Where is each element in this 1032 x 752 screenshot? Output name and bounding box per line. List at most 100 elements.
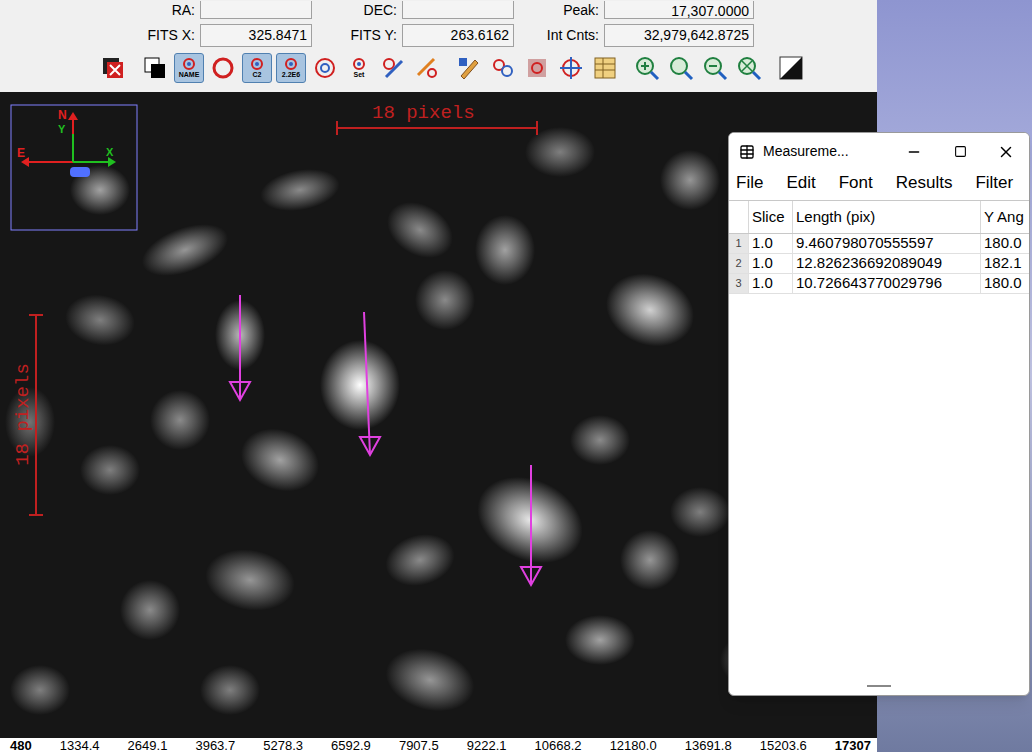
clear-icon xyxy=(100,55,126,81)
bw-icon xyxy=(142,55,168,81)
table-cell: 2 xyxy=(729,254,749,274)
table-cell: 1.0 xyxy=(749,274,793,294)
toolbar-button[interactable] xyxy=(140,53,170,83)
info-field: 263.6162 xyxy=(402,24,514,47)
window-title: Measureme... xyxy=(763,141,849,162)
colorbar-tick: 3963.7 xyxy=(195,739,235,752)
toolbar-button[interactable] xyxy=(454,53,484,83)
toolbar-button[interactable] xyxy=(412,53,442,83)
column-header[interactable] xyxy=(729,201,749,233)
menu-item[interactable]: Font xyxy=(836,170,876,196)
table-cell: 1.0 xyxy=(749,234,793,254)
desktop: RA:DEC:Peak:17,307.0000FITS X:325.8471FI… xyxy=(0,0,1032,752)
table-cell: 1 xyxy=(729,234,749,254)
title-bar[interactable]: Measureme... xyxy=(729,133,1029,170)
toolbar-button[interactable] xyxy=(310,53,340,83)
compass-east: E xyxy=(17,147,25,159)
table-cell: 9.460798070555597 xyxy=(793,234,981,254)
zoomout-icon xyxy=(702,55,728,81)
toolbar-group xyxy=(98,53,128,83)
info-label: RA: xyxy=(0,0,200,21)
colorbar-tick: 15203.6 xyxy=(760,739,807,752)
info-label: FITS Y: xyxy=(312,25,402,46)
crop-icon xyxy=(524,55,550,81)
measurement-arrow[interactable] xyxy=(230,295,250,400)
toolbar-button[interactable]: Set xyxy=(344,53,374,83)
toolbar-button[interactable] xyxy=(522,53,552,83)
table-cell: 180.0 xyxy=(981,274,1030,294)
toolbar-button[interactable]: NAME xyxy=(174,53,204,83)
toolbar-button[interactable] xyxy=(700,53,730,83)
toolbar-badge-icon: 2.2E6 xyxy=(278,55,304,81)
table-row[interactable]: 11.09.460798070555597180.0 xyxy=(729,234,1030,254)
maximize-button[interactable] xyxy=(937,137,983,167)
toolbar-button[interactable]: 2.2E6 xyxy=(276,53,306,83)
compass-y: Y xyxy=(58,124,65,135)
info-label: DEC: xyxy=(312,0,402,21)
minimize-icon xyxy=(906,144,922,160)
colorbar-tick: 17307 xyxy=(835,739,871,752)
measurements-window: Measureme... File Edit Font Results Filter Sli… xyxy=(728,132,1030,696)
colorbar-tick: 9222.1 xyxy=(467,739,507,752)
column-header[interactable]: Y Ang xyxy=(981,201,1030,233)
close-icon xyxy=(997,143,1015,161)
scale-bar-label: 18 pixels xyxy=(372,104,475,123)
toolbar-button[interactable] xyxy=(666,53,696,83)
minimize-button[interactable] xyxy=(891,137,937,167)
toolbar-badge-icon: C2 xyxy=(244,55,270,81)
info-field xyxy=(402,1,514,19)
colorbar-tick: 10668.2 xyxy=(535,739,582,752)
zoomin-icon xyxy=(634,55,660,81)
close-button[interactable] xyxy=(983,137,1029,167)
table-row[interactable]: 21.012.826236692089049182.1 xyxy=(729,254,1030,274)
toolbar-button[interactable] xyxy=(632,53,662,83)
menu-item[interactable]: Results xyxy=(893,170,956,196)
table-header: SliceLength (pix)Y Ang xyxy=(729,201,1030,234)
toolbar-badge-icon: NAME xyxy=(176,55,202,81)
colorbar-tick: 7907.5 xyxy=(399,739,439,752)
toolbar: NAME C2 2.2E6 Set xyxy=(0,53,877,83)
toolbar-button[interactable] xyxy=(776,53,806,83)
table-icon xyxy=(739,144,755,160)
info-field xyxy=(200,1,312,19)
measurement-arrow[interactable] xyxy=(521,465,541,585)
menu-bar: File Edit Font Results Filter xyxy=(729,170,1029,196)
info-field: 325.8471 xyxy=(200,24,312,47)
toolbar-button[interactable] xyxy=(590,53,620,83)
maximize-icon xyxy=(954,145,967,158)
colorbar-tick: 2649.1 xyxy=(128,739,168,752)
info-field: 32,979,642.8725 xyxy=(604,24,754,47)
info-row: FITS X:325.8471FITS Y:263.6162Int Cnts:3… xyxy=(0,22,877,48)
column-header[interactable]: Slice xyxy=(749,201,793,233)
pencil-icon xyxy=(456,55,482,81)
toolbar-button[interactable] xyxy=(98,53,128,83)
table-row[interactable]: 31.010.726643770029796180.0 xyxy=(729,274,1030,294)
table-cell: 182.1 xyxy=(981,254,1030,274)
results-table: SliceLength (pix)Y Ang11.09.460798070555… xyxy=(729,200,1030,294)
zoomfit-icon xyxy=(736,55,762,81)
info-panel: RA:DEC:Peak:17,307.0000FITS X:325.8471FI… xyxy=(0,0,877,92)
colorbar-tick: 12180.0 xyxy=(610,739,657,752)
toolbar-button[interactable] xyxy=(208,53,238,83)
compass-x: X xyxy=(106,147,113,158)
colorbar-tick: 5278.3 xyxy=(263,739,303,752)
column-header[interactable]: Length (pix) xyxy=(793,201,981,233)
measurement-arrow[interactable] xyxy=(360,312,380,455)
table-cell: 12.826236692089049 xyxy=(793,254,981,274)
toolbar-button[interactable] xyxy=(556,53,586,83)
toolbar-button[interactable] xyxy=(488,53,518,83)
circles-icon xyxy=(490,55,516,81)
toolbar-button[interactable] xyxy=(734,53,764,83)
table-icon xyxy=(592,55,618,81)
info-label: Int Cnts: xyxy=(514,25,604,46)
info-field: 17,307.0000 xyxy=(604,1,754,19)
scrollbar-grip[interactable] xyxy=(867,685,891,687)
menu-item[interactable]: File xyxy=(733,170,766,196)
menu-item[interactable]: Filter xyxy=(972,170,1016,196)
toolbar-badge-icon: Set xyxy=(346,55,372,81)
toolbar-button[interactable]: C2 xyxy=(242,53,272,83)
menu-item[interactable]: Edit xyxy=(783,170,818,196)
toolbar-button[interactable] xyxy=(378,53,408,83)
table-cell: 10.726643770029796 xyxy=(793,274,981,294)
colorbar-tick: 480 xyxy=(10,739,32,752)
